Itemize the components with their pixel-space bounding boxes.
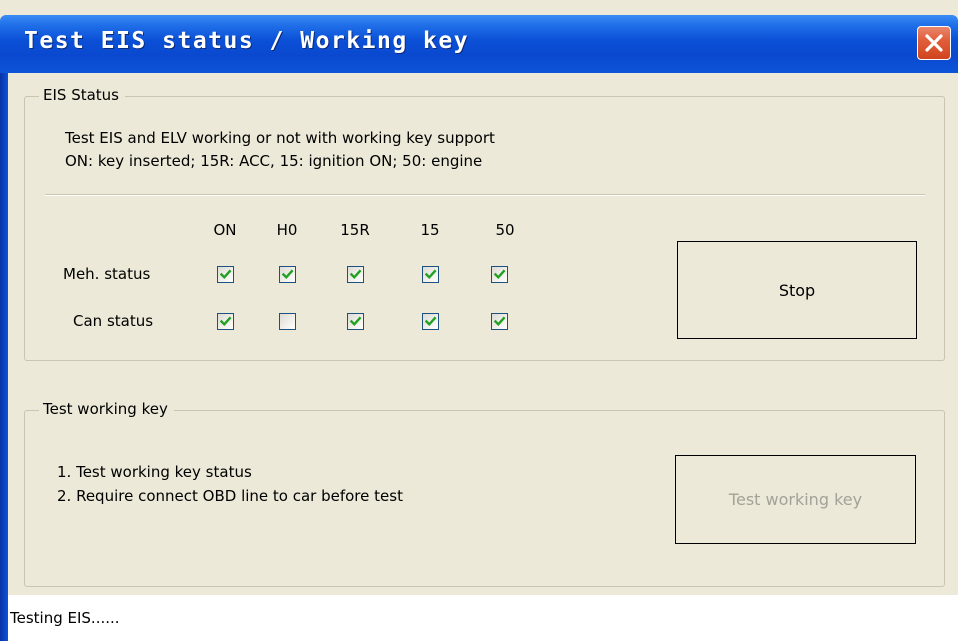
status-bar: Testing EIS...... bbox=[8, 595, 958, 641]
test-working-key-group-label: Test working key bbox=[39, 400, 174, 418]
column-header-50: 50 bbox=[495, 221, 515, 239]
checkmark-icon bbox=[424, 269, 437, 280]
can-status-on-checkbox[interactable] bbox=[217, 313, 234, 330]
status-text: Testing EIS...... bbox=[10, 609, 120, 627]
dialog-client-area: EIS Status Test EIS and ELV working or n… bbox=[8, 73, 958, 595]
can-status-h0-checkbox[interactable] bbox=[279, 313, 296, 330]
meh-status-15r-checkbox[interactable] bbox=[347, 266, 364, 283]
eis-description-line-2: ON: key inserted; 15R: ACC, 15: ignition… bbox=[65, 152, 483, 170]
meh-status-15-checkbox[interactable] bbox=[422, 266, 439, 283]
test-working-key-group: Test working key 1. Test working key sta… bbox=[24, 400, 945, 587]
meh-status-50-checkbox[interactable] bbox=[491, 266, 508, 283]
can-status-50-checkbox[interactable] bbox=[491, 313, 508, 330]
dialog-window: Test EIS status / Working key EIS Status… bbox=[0, 0, 958, 641]
eis-description-line-1: Test EIS and ELV working or not with wor… bbox=[65, 129, 495, 147]
can-status-15r-checkbox[interactable] bbox=[347, 313, 364, 330]
working-key-line-1: 1. Test working key status bbox=[57, 463, 252, 481]
checkmark-icon bbox=[424, 316, 437, 327]
window-title: Test EIS status / Working key bbox=[24, 28, 470, 54]
stop-button-label: Stop bbox=[778, 280, 816, 300]
checkmark-icon bbox=[349, 316, 362, 327]
checkmark-icon bbox=[281, 269, 294, 280]
close-icon bbox=[925, 34, 943, 52]
checkmark-icon bbox=[219, 316, 232, 327]
title-bar[interactable]: Test EIS status / Working key bbox=[0, 15, 958, 73]
meh-status-label: Meh. status bbox=[63, 265, 151, 283]
test-working-key-button-label: Test working key bbox=[728, 490, 863, 509]
window-border-left bbox=[0, 73, 8, 641]
meh-status-on-checkbox[interactable] bbox=[217, 266, 234, 283]
eis-divider bbox=[45, 194, 925, 196]
column-header-15r: 15R bbox=[340, 221, 370, 239]
can-status-15-checkbox[interactable] bbox=[422, 313, 439, 330]
can-status-label: Can status bbox=[73, 312, 154, 330]
checkmark-icon bbox=[493, 269, 506, 280]
close-button[interactable] bbox=[917, 26, 951, 60]
test-working-key-button[interactable]: Test working key bbox=[675, 455, 916, 544]
column-header-h0: H0 bbox=[276, 221, 298, 239]
working-key-line-2: 2. Require connect OBD line to car befor… bbox=[57, 487, 403, 505]
column-header-15: 15 bbox=[420, 221, 440, 239]
checkmark-icon bbox=[219, 269, 232, 280]
meh-status-h0-checkbox[interactable] bbox=[279, 266, 296, 283]
checkmark-icon bbox=[493, 316, 506, 327]
column-header-on: ON bbox=[213, 221, 237, 239]
eis-status-group-label: EIS Status bbox=[39, 86, 125, 104]
stop-button[interactable]: Stop bbox=[677, 241, 917, 339]
eis-status-group: EIS Status Test EIS and ELV working or n… bbox=[24, 86, 945, 361]
checkmark-icon bbox=[349, 269, 362, 280]
